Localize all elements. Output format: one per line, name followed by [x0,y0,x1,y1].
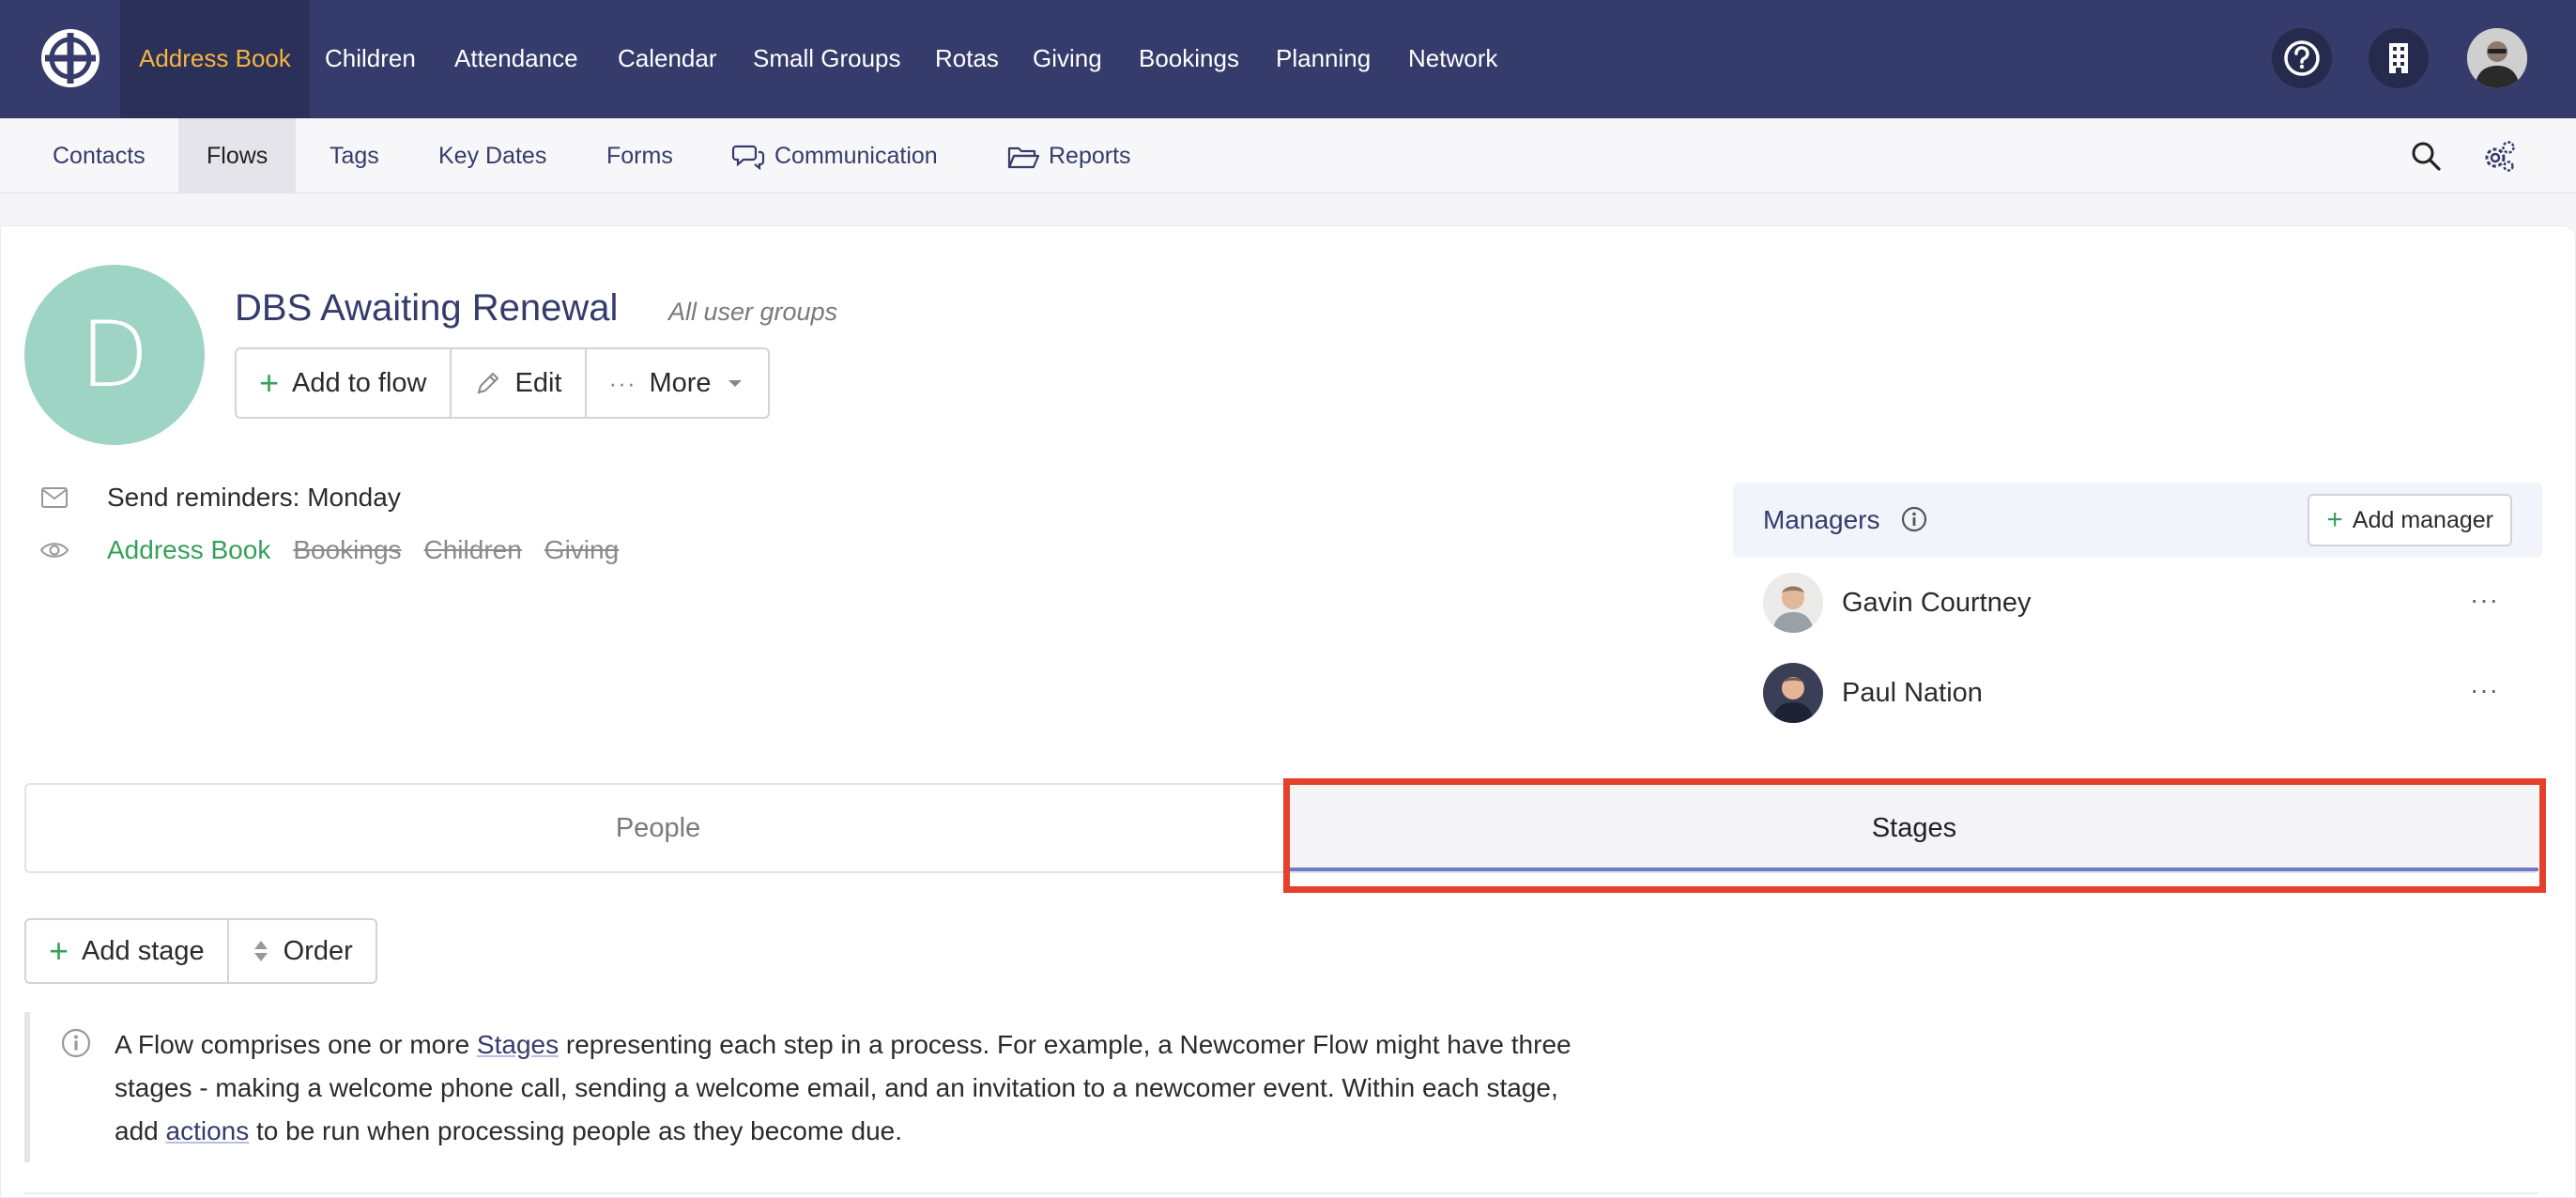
sub-navigation: Contacts Flows Tags Key Dates Forms Comm… [0,118,2576,193]
flow-avatar: D [24,265,205,445]
nav-calendar[interactable]: Calendar [618,0,717,118]
order-label: Order [283,935,353,966]
managers-label: Managers [1763,505,1880,534]
manager-avatar-icon [1763,663,1823,723]
add-stage-label: Add stage [82,935,205,966]
stage-action-buttons: + Add stage Order [24,918,377,984]
plus-icon: + [49,931,69,970]
user-groups-label: All user groups [668,298,838,326]
actions-link[interactable]: actions [166,1116,250,1145]
stages-info-callout: A Flow comprises one or more Stages repr… [24,1012,1573,1162]
module-children[interactable]: Children [424,535,522,565]
add-to-flow-button[interactable]: + Add to flow [237,349,452,417]
add-manager-button[interactable]: + Add manager [2308,494,2512,546]
add-manager-label: Add manager [2352,506,2493,533]
modules-row: Address Book Bookings Children Giving [36,535,641,565]
folder-icon [1007,146,1040,169]
nav-giving[interactable]: Giving [1033,0,1102,118]
stages-link[interactable]: Stages [477,1030,559,1059]
subnav-reports[interactable]: Reports [1049,118,1131,193]
stages-info-text: A Flow comprises one or more Stages repr… [115,1023,1579,1153]
manager-name: Gavin Courtney [1842,587,2032,618]
plus-icon: + [2326,504,2343,535]
manager-row[interactable]: Gavin Courtney ··· [1763,570,2514,636]
manager-avatar-icon [1763,573,1823,633]
nav-bookings[interactable]: Bookings [1139,0,1239,118]
sort-icon [253,941,268,961]
nav-children[interactable]: Children [325,0,416,118]
nav-rotas[interactable]: Rotas [935,0,999,118]
add-stage-button[interactable]: + Add stage [26,920,229,982]
search-icon[interactable] [2407,137,2445,175]
subnav-communication[interactable]: Communication [774,118,938,193]
building-icon [2389,43,2408,73]
chat-icon [731,145,765,171]
subnav-tags[interactable]: Tags [330,118,379,193]
envelope-icon [41,487,68,508]
reminders-row: Send reminders: Monday [36,483,401,513]
managers-header: Managers + Add manager [1733,483,2542,558]
manager-avatar [1763,573,1823,633]
order-button[interactable]: Order [229,920,376,982]
info-text-part: A Flow comprises one or more [115,1030,477,1059]
module-giving[interactable]: Giving [544,535,619,565]
top-navigation: Address Book Children Attendance Calenda… [0,0,2576,118]
nav-attendance[interactable]: Attendance [454,0,578,118]
nav-address-book[interactable]: Address Book [120,0,310,118]
plus-icon: + [259,363,280,402]
more-label: More [649,367,712,398]
pencil-icon [477,372,498,394]
tab-people[interactable]: People [26,785,1290,871]
help-button[interactable] [2272,28,2332,88]
chevron-down-icon [728,380,742,387]
ellipsis-icon: ··· [608,368,636,397]
manager-options-icon[interactable]: ··· [2470,675,2499,705]
add-to-flow-label: Add to flow [292,367,427,398]
manager-name: Paul Nation [1842,677,1983,708]
church-logo-icon[interactable] [39,27,101,89]
subnav-contacts[interactable]: Contacts [53,118,146,193]
nav-small-groups[interactable]: Small Groups [753,0,901,118]
info-text-part: to be run when processing people as they… [249,1116,903,1145]
manager-row[interactable]: Paul Nation ··· [1763,660,2514,726]
nav-planning[interactable]: Planning [1276,0,1371,118]
settings-icon[interactable] [2480,137,2518,175]
subnav-flows[interactable]: Flows [178,118,297,193]
eye-icon [39,543,69,558]
divider [24,1192,2538,1194]
edit-label: Edit [514,367,562,398]
module-bookings[interactable]: Bookings [293,535,401,565]
user-avatar[interactable] [2467,28,2527,88]
subnav-key-dates[interactable]: Key Dates [438,118,546,193]
tab-stages[interactable]: Stages [1290,785,2538,871]
edit-button[interactable]: Edit [452,349,587,417]
subnav-forms[interactable]: Forms [606,118,673,193]
flow-action-buttons: + Add to flow Edit ··· More [235,347,770,419]
flow-tabs: People Stages [24,783,2538,873]
manager-avatar [1763,663,1823,723]
help-icon [2284,40,2320,76]
page-title: DBS Awaiting Renewal [235,287,619,329]
user-avatar-icon [2467,28,2527,88]
organisation-button[interactable] [2369,28,2429,88]
nav-network[interactable]: Network [1408,0,1497,118]
info-icon[interactable] [1900,505,1928,533]
more-button[interactable]: ··· More [587,349,768,417]
module-address-book[interactable]: Address Book [107,535,270,565]
info-icon [61,1028,91,1058]
manager-options-icon[interactable]: ··· [2470,585,2499,615]
reminders-text: Send reminders: Monday [107,483,401,512]
